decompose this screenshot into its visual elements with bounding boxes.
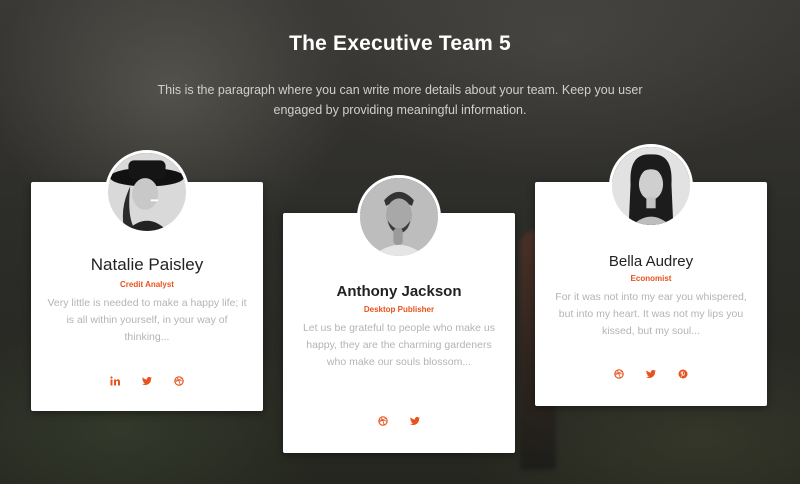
- member-role: Credit Analyst: [120, 280, 174, 289]
- dribbble-icon[interactable]: [172, 374, 186, 388]
- twitter-icon[interactable]: [408, 414, 422, 428]
- member-name: Bella Audrey: [608, 253, 694, 270]
- member-role: Desktop Publisher: [363, 305, 435, 314]
- social-links: [31, 374, 263, 388]
- social-links: [535, 367, 767, 381]
- avatar-bella: [609, 144, 693, 228]
- page-title: The Executive Team 5: [289, 32, 511, 55]
- team-card-anthony: Anthony Jackson Desktop Publisher Let us…: [283, 175, 515, 453]
- member-bio: Let us be grateful to people who make us…: [302, 322, 496, 368]
- member-name: Anthony Jackson: [336, 283, 462, 300]
- linkedin-icon[interactable]: [108, 374, 122, 388]
- twitter-icon[interactable]: [140, 374, 154, 388]
- member-name: Natalie Paisley: [90, 255, 204, 274]
- member-bio: Very little is needed to make a happy li…: [47, 297, 247, 343]
- team-card-natalie: Natalie Paisley Credit Analyst Very litt…: [31, 150, 263, 411]
- pinterest-icon[interactable]: [676, 367, 690, 381]
- social-links: [283, 414, 515, 428]
- team-card-bella: Bella Audrey Economist For it was not in…: [535, 144, 767, 406]
- member-role: Economist: [630, 274, 672, 283]
- twitter-icon[interactable]: [644, 367, 658, 381]
- intro-paragraph: This is the paragraph where you can writ…: [157, 83, 643, 117]
- avatar-anthony: [357, 175, 441, 259]
- avatar-natalie: [105, 150, 189, 234]
- dribbble-icon[interactable]: [612, 367, 626, 381]
- dribbble-icon[interactable]: [376, 414, 390, 428]
- member-bio: For it was not into my ear you whispered…: [555, 291, 747, 337]
